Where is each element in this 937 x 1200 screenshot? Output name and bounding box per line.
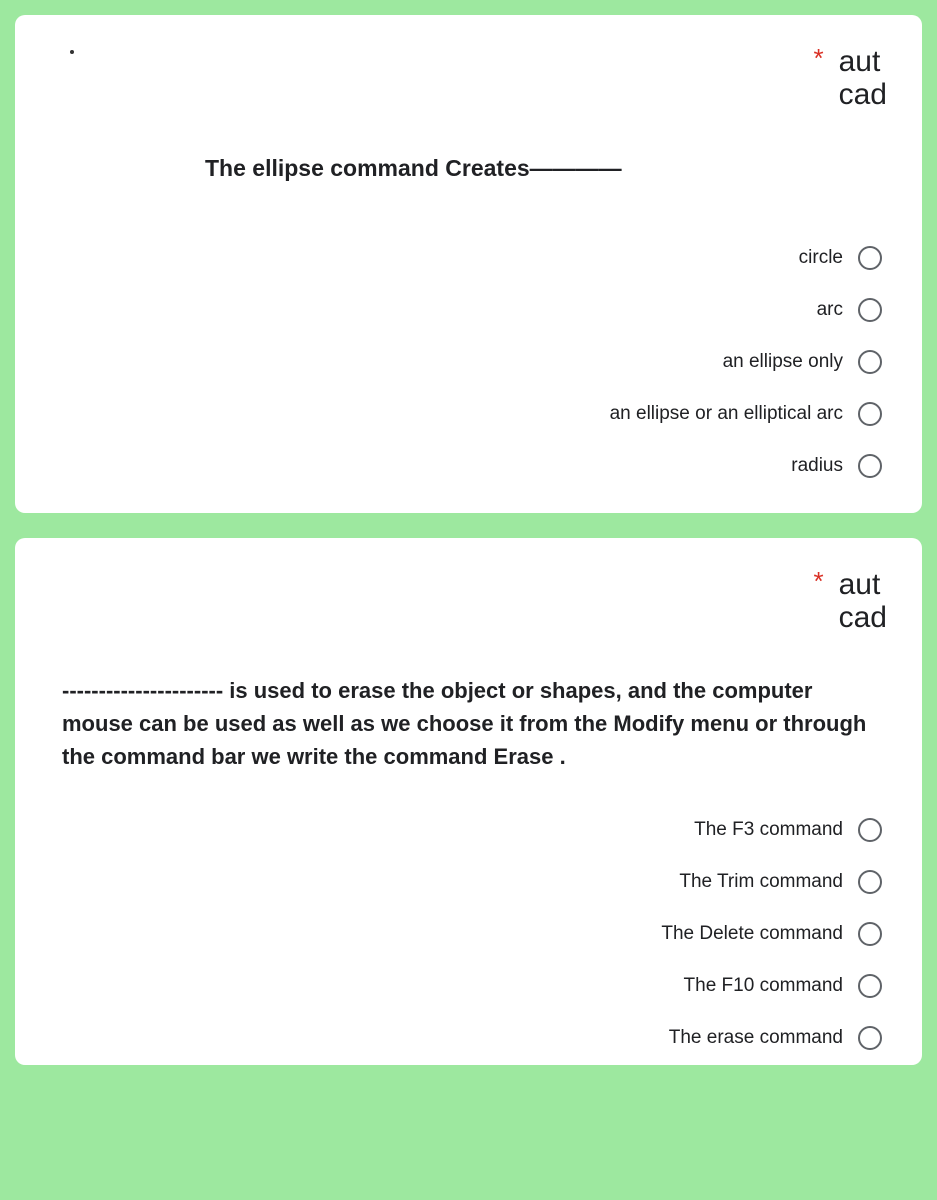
required-star-icon: * bbox=[814, 568, 824, 594]
question-text: The ellipse command Creates———— bbox=[50, 151, 887, 186]
option-label: The Trim command bbox=[679, 871, 843, 893]
card-header: * aut cad bbox=[50, 568, 887, 634]
option-label: The Delete command bbox=[661, 923, 843, 945]
radio-icon[interactable] bbox=[858, 818, 882, 842]
option-label: radius bbox=[791, 455, 843, 477]
option-label: The F3 command bbox=[694, 819, 843, 841]
radio-icon[interactable] bbox=[858, 870, 882, 894]
option-row[interactable]: The F10 command bbox=[684, 974, 882, 998]
category-line2: cad bbox=[839, 78, 887, 111]
required-star-icon: * bbox=[814, 45, 824, 71]
option-row[interactable]: The Delete command bbox=[661, 922, 882, 946]
radio-icon[interactable] bbox=[858, 298, 882, 322]
option-label: arc bbox=[817, 299, 843, 321]
option-label: an ellipse or an elliptical arc bbox=[610, 403, 843, 425]
category-label: aut cad bbox=[839, 568, 887, 634]
radio-icon[interactable] bbox=[858, 246, 882, 270]
option-label: The erase command bbox=[669, 1027, 843, 1049]
option-row[interactable]: The F3 command bbox=[694, 818, 882, 842]
question-card-2: * aut cad ---------------------- is used… bbox=[15, 538, 922, 1065]
radio-icon[interactable] bbox=[858, 922, 882, 946]
dot-decoration bbox=[70, 50, 74, 54]
options-list: The F3 command The Trim command The Dele… bbox=[50, 818, 887, 1050]
option-row[interactable]: arc bbox=[817, 298, 882, 322]
category-line1: aut bbox=[839, 45, 881, 78]
option-row[interactable]: an ellipse or an elliptical arc bbox=[610, 402, 882, 426]
option-row[interactable]: circle bbox=[799, 246, 882, 270]
radio-icon[interactable] bbox=[858, 1026, 882, 1050]
card-header: * aut cad bbox=[50, 45, 887, 111]
radio-icon[interactable] bbox=[858, 350, 882, 374]
option-row[interactable]: radius bbox=[791, 454, 882, 478]
radio-icon[interactable] bbox=[858, 454, 882, 478]
option-row[interactable]: an ellipse only bbox=[723, 350, 882, 374]
option-label: The F10 command bbox=[684, 975, 843, 997]
option-row[interactable]: The Trim command bbox=[679, 870, 882, 894]
option-row[interactable]: The erase command bbox=[669, 1026, 882, 1050]
category-label: aut cad bbox=[839, 45, 887, 111]
options-list: circle arc an ellipse only an ellipse or… bbox=[50, 246, 887, 478]
question-card-1: * aut cad The ellipse command Creates———… bbox=[15, 15, 922, 513]
question-text: ---------------------- is used to erase … bbox=[50, 674, 887, 773]
option-label: an ellipse only bbox=[723, 351, 843, 373]
radio-icon[interactable] bbox=[858, 974, 882, 998]
category-line1: aut bbox=[839, 568, 881, 601]
option-label: circle bbox=[799, 247, 843, 269]
radio-icon[interactable] bbox=[858, 402, 882, 426]
category-line2: cad bbox=[839, 601, 887, 634]
